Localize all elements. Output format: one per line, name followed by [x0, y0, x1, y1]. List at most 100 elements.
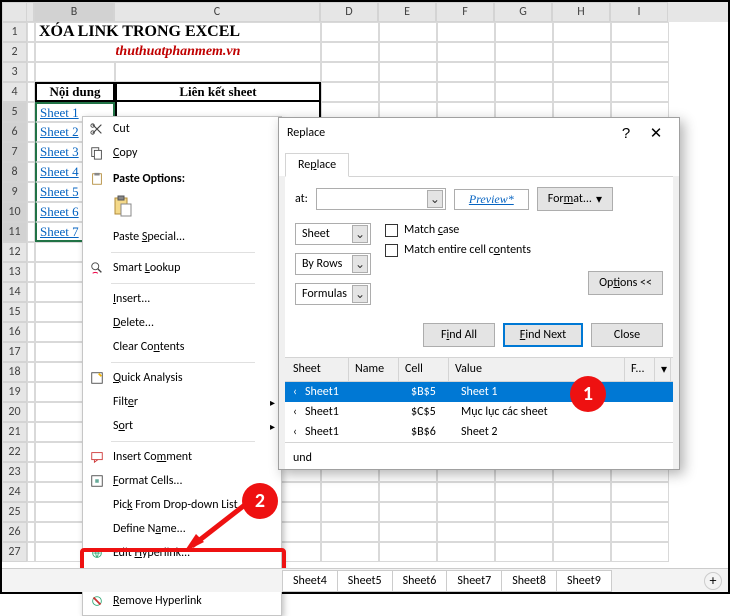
sheet-tab-bar: Sheet4 Sheet5 Sheet6 Sheet7 Sheet8 Sheet…: [2, 568, 728, 592]
table-header[interactable]: Nội dung: [35, 82, 115, 102]
row-header[interactable]: 26: [2, 522, 27, 542]
row-header[interactable]: 24: [2, 482, 27, 502]
row-header[interactable]: 12: [2, 242, 27, 262]
paste-special-menuitem[interactable]: Paste Special...: [83, 225, 281, 249]
separator: [111, 252, 255, 253]
edit-hyperlink-menuitem[interactable]: Edit Hyperlink...: [83, 541, 281, 565]
select-all-corner[interactable]: [2, 2, 27, 22]
row-header[interactable]: 13: [2, 262, 27, 282]
col-header-a[interactable]: [27, 2, 34, 22]
find-replace-dialog: Replace ? ✕ Replace at: ⌄ Preview* Forma…: [278, 117, 680, 470]
cut-menuitem[interactable]: Cut: [83, 117, 281, 141]
new-sheet-button[interactable]: +: [704, 572, 722, 590]
sheet-tab[interactable]: Sheet8: [501, 570, 557, 592]
results-header: Sheet Name Cell Value F... ▾: [285, 357, 673, 382]
row-header[interactable]: 27: [2, 542, 27, 562]
define-name-menuitem[interactable]: Define Name...: [83, 517, 281, 541]
results-list[interactable]: ‹ Sheet1 $B$5 Sheet 1 ‹ Sheet1 $C$5 Mục …: [285, 382, 673, 442]
col-header-h[interactable]: H: [552, 2, 610, 22]
row-header[interactable]: 1: [2, 22, 27, 42]
row-header[interactable]: 4: [2, 82, 27, 102]
row-header[interactable]: 5: [2, 102, 27, 122]
row-header[interactable]: 18: [2, 362, 27, 382]
menuitem-label: Edit Hyperlink...: [113, 546, 275, 560]
options-button[interactable]: Options <<: [588, 271, 663, 295]
sheet-tab[interactable]: Sheet6: [392, 570, 448, 592]
find-next-button[interactable]: Find Next: [503, 323, 583, 347]
subtitle-cell[interactable]: thuthuatphanmem.vn: [35, 42, 321, 62]
annotation-callout-2: 2: [242, 483, 278, 519]
filter-menuitem[interactable]: Filter▸: [83, 390, 281, 414]
row-header[interactable]: 19: [2, 382, 27, 402]
col-name[interactable]: Name: [349, 358, 399, 381]
row-header[interactable]: 23: [2, 462, 27, 482]
col-sheet[interactable]: Sheet: [287, 358, 349, 381]
col-header-g[interactable]: G: [494, 2, 552, 22]
row-header[interactable]: 3: [2, 62, 27, 82]
help-button[interactable]: ?: [611, 125, 641, 142]
within-combo[interactable]: Sheet⌄: [295, 223, 371, 245]
sheet-tab[interactable]: Sheet9: [556, 570, 612, 592]
paste-button[interactable]: [109, 191, 137, 221]
annotation-callout-1: 1: [570, 376, 606, 412]
match-case-checkbox[interactable]: Match case: [385, 223, 663, 237]
search-combo[interactable]: By Rows⌄: [295, 253, 371, 275]
insert-menuitem[interactable]: Insert...: [83, 287, 281, 311]
row-header[interactable]: 17: [2, 342, 27, 362]
smart-lookup-icon: [87, 258, 107, 278]
result-row[interactable]: ‹ Sheet1 $B$5 Sheet 1: [285, 382, 673, 402]
chevron-down-icon: ⌄: [352, 255, 368, 273]
sheet-tab[interactable]: Sheet7: [446, 570, 502, 592]
col-header-i[interactable]: I: [610, 2, 668, 22]
paste-clipboard-icon: [113, 195, 133, 217]
cell[interactable]: [27, 22, 35, 42]
quick-analysis-menuitem[interactable]: Quick Analysis: [83, 366, 281, 390]
sheet-tab[interactable]: Sheet5: [337, 570, 393, 592]
col-header-e[interactable]: E: [378, 2, 436, 22]
row-header[interactable]: 22: [2, 442, 27, 462]
delete-menuitem[interactable]: Delete...: [83, 311, 281, 335]
match-entire-checkbox[interactable]: Match entire cell contents: [385, 243, 663, 257]
menuitem-label: Filter: [113, 395, 270, 409]
checkbox-icon: [385, 244, 398, 257]
col-header-c[interactable]: C: [114, 2, 320, 22]
title-cell[interactable]: XÓA LINK TRONG EXCEL: [35, 22, 321, 42]
menuitem-label: Clear Contents: [113, 340, 275, 354]
close-button[interactable]: Close: [591, 323, 663, 347]
row-header[interactable]: 21: [2, 422, 27, 442]
submenu-arrow-icon: ▸: [270, 420, 275, 433]
table-header[interactable]: Liên kết sheet: [115, 82, 321, 102]
menuitem-label: Define Name...: [113, 522, 275, 536]
row-header[interactable]: 14: [2, 282, 27, 302]
insert-comment-menuitem[interactable]: Insert Comment: [83, 445, 281, 469]
row-header[interactable]: 15: [2, 302, 27, 322]
col-value[interactable]: Value: [449, 358, 625, 381]
replace-with-combo[interactable]: ⌄: [316, 188, 446, 210]
quick-analysis-icon: [87, 368, 107, 388]
clear-contents-menuitem[interactable]: Clear Contents: [83, 335, 281, 359]
dialog-titlebar[interactable]: Replace ? ✕: [279, 118, 679, 148]
col-formula[interactable]: F...: [625, 358, 655, 381]
smart-lookup-menuitem[interactable]: Smart Lookup: [83, 256, 281, 280]
expand-icon[interactable]: ▾: [655, 358, 671, 381]
close-button[interactable]: ✕: [641, 124, 671, 142]
remove-hyperlink-menuitem[interactable]: Remove Hyperlink: [83, 589, 281, 613]
result-row[interactable]: ‹ Sheet1 $C$5 Mục lục các sheet: [285, 402, 673, 422]
sort-menuitem[interactable]: Sort▸: [83, 414, 281, 438]
tab-replace[interactable]: Replace: [285, 153, 349, 177]
col-header-d[interactable]: D: [320, 2, 378, 22]
row-header[interactable]: 20: [2, 402, 27, 422]
col-header-f[interactable]: F: [436, 2, 494, 22]
col-cell[interactable]: Cell: [399, 358, 449, 381]
row-header[interactable]: 16: [2, 322, 27, 342]
chevron-down-icon: ⌄: [427, 190, 443, 208]
lookin-combo[interactable]: Formulas⌄: [295, 283, 371, 305]
row-header[interactable]: 2: [2, 42, 27, 62]
copy-menuitem[interactable]: Copy: [83, 141, 281, 165]
format-button[interactable]: Format...▾: [537, 187, 613, 211]
find-all-button[interactable]: Find All: [423, 323, 495, 347]
result-row[interactable]: ‹ Sheet1 $B$6 Sheet 2: [285, 422, 673, 442]
sheet-tab[interactable]: Sheet4: [282, 570, 338, 592]
col-header-b[interactable]: B: [34, 2, 114, 22]
row-header[interactable]: 25: [2, 502, 27, 522]
